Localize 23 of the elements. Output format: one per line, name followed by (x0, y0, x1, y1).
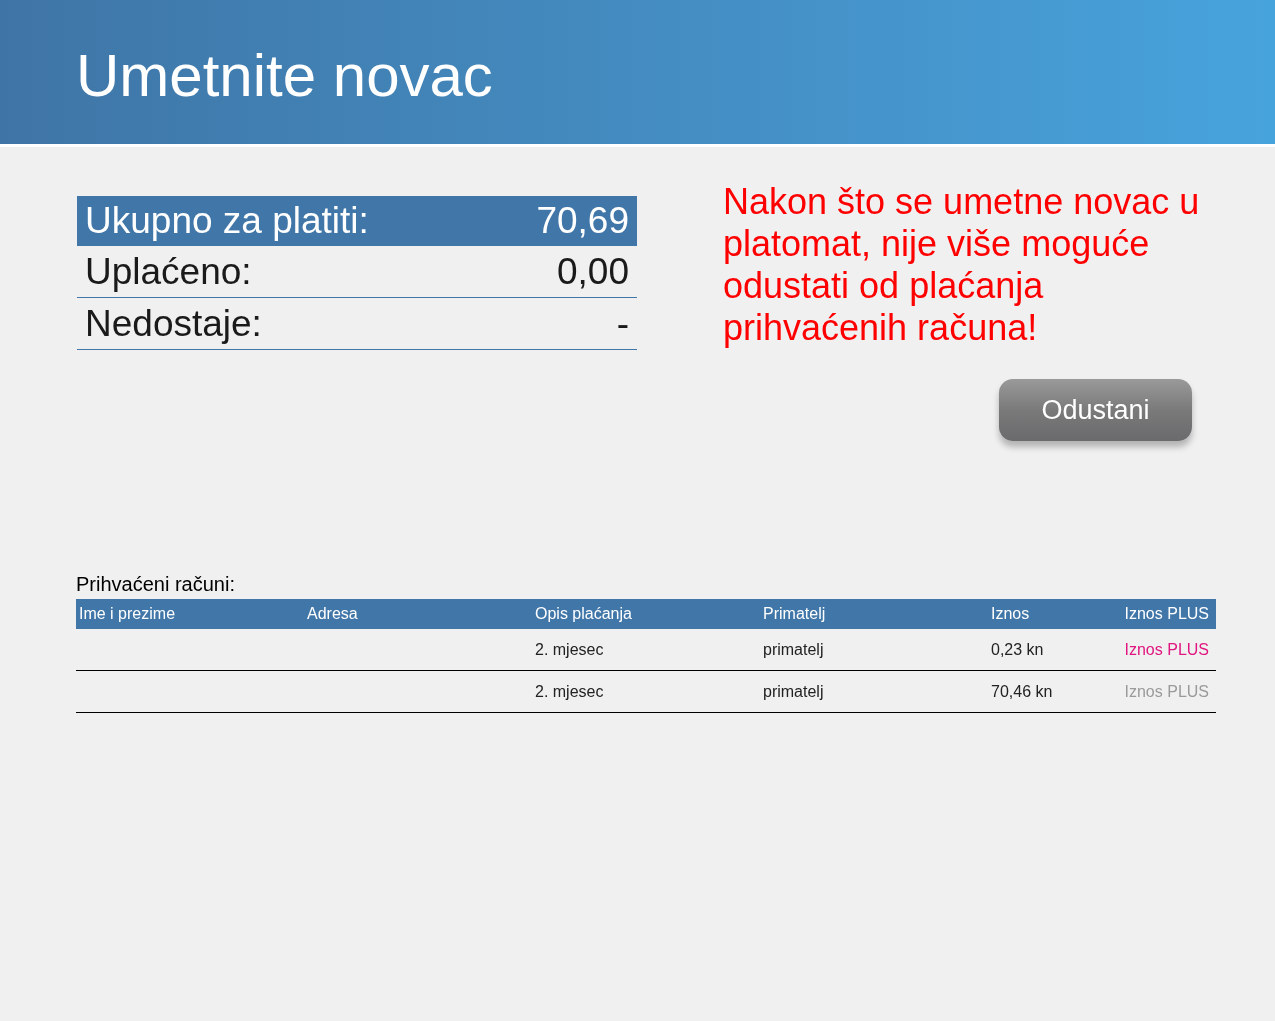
table-cell-text: 2. mjesec (534, 681, 605, 702)
column-header: Opis plaćanja (534, 604, 633, 624)
table-cell-text: 0,23 kn (990, 639, 1045, 660)
column-header: Iznos PLUS (1123, 604, 1210, 624)
summary-value: 70,69 (536, 199, 629, 244)
column-header: Ime i prezime (78, 604, 177, 624)
summary-value: 0,00 (557, 249, 629, 294)
table-cell-text: primatelj (762, 639, 825, 660)
warning-text: Nakon što se umetne novac u platomat, nije više moguće odustati od plaćanja prihvaćenih računa! (723, 181, 1201, 349)
summary-value: - (616, 301, 629, 346)
summary-label: Uplaćeno: (85, 249, 252, 294)
summary-label: Ukupno za platiti: (85, 199, 369, 244)
cancel-button[interactable]: Odustani (999, 379, 1192, 441)
table-cell-text: 2. mjesec (534, 639, 605, 660)
table-cell-text: 70,46 kn (990, 681, 1054, 702)
table-cell-text: primatelj (762, 681, 825, 702)
column-header: Adresa (306, 604, 359, 624)
plus-link[interactable]: Iznos PLUS (1121, 637, 1216, 662)
column-header: Primatelj (762, 604, 827, 624)
summary-label: Nedostaje: (85, 301, 262, 346)
page-title: Umetnite novac (76, 46, 493, 106)
column-header: Iznos (990, 604, 1031, 624)
section-title: Prihvaćeni računi: (76, 572, 235, 597)
